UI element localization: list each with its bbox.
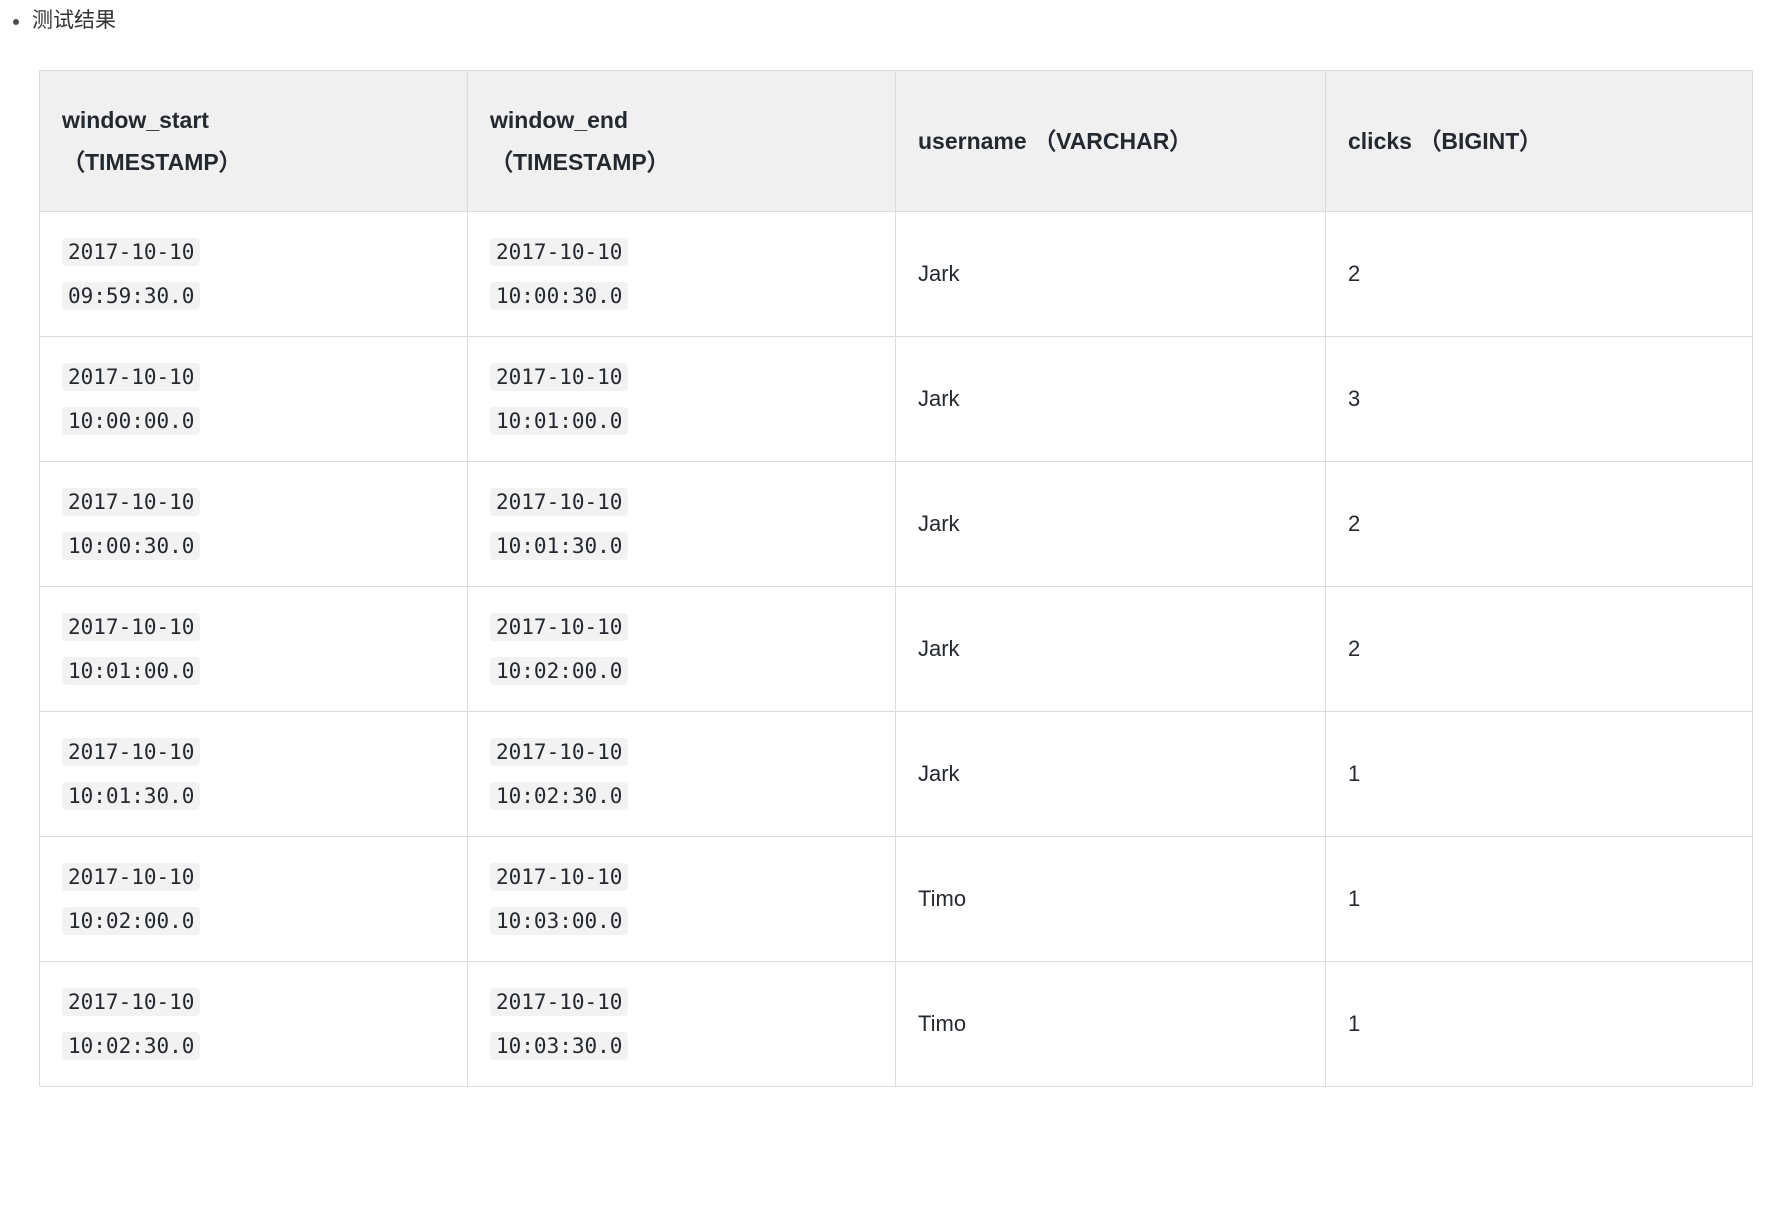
username-value: Jark — [918, 761, 960, 786]
timestamp-code: 2017-10-10 10:03:30.0 — [490, 988, 629, 1060]
result-table-container: window_start （TIMESTAMP） window_end （TIM… — [39, 70, 1753, 1087]
table-row: 2017-10-10 10:02:30.0 2017-10-10 10:03:3… — [39, 961, 1753, 1087]
username-value: Jark — [918, 261, 960, 286]
timestamp-code: 2017-10-10 10:01:00.0 — [490, 363, 629, 435]
cell-window-start: 2017-10-10 10:01:30.0 — [39, 711, 468, 837]
cell-clicks: 2 — [1325, 211, 1753, 337]
cell-username: Timo — [895, 836, 1326, 962]
clicks-value: 3 — [1348, 386, 1361, 411]
cell-window-end: 2017-10-10 10:01:30.0 — [467, 461, 896, 587]
cell-clicks: 1 — [1325, 836, 1753, 962]
column-header-type: （TIMESTAMP） — [62, 149, 242, 175]
list-item-label: 测试结果 — [32, 9, 116, 32]
timestamp-code: 2017-10-10 10:01:30.0 — [62, 738, 201, 810]
column-header-name: window_start — [62, 107, 209, 133]
cell-window-end: 2017-10-10 10:02:30.0 — [467, 711, 896, 837]
timestamp-code: 2017-10-10 10:01:00.0 — [62, 613, 201, 685]
clicks-value: 2 — [1348, 636, 1361, 661]
cell-window-end: 2017-10-10 10:02:00.0 — [467, 586, 896, 712]
cell-window-end: 2017-10-10 10:03:30.0 — [467, 961, 896, 1087]
timestamp-code: 2017-10-10 10:00:00.0 — [62, 363, 201, 435]
cell-window-start: 2017-10-10 10:00:00.0 — [39, 336, 468, 462]
timestamp-code: 2017-10-10 10:03:00.0 — [490, 863, 629, 935]
username-value: Timo — [918, 1011, 967, 1036]
cell-username: Jark — [895, 336, 1326, 462]
list-item-test-result: 测试结果 — [0, 0, 116, 42]
cell-window-start: 2017-10-10 10:01:00.0 — [39, 586, 468, 712]
timestamp-code: 2017-10-10 10:02:30.0 — [490, 738, 629, 810]
bullet-dot-icon — [13, 19, 19, 25]
cell-clicks: 2 — [1325, 586, 1753, 712]
cell-window-start: 2017-10-10 10:02:00.0 — [39, 836, 468, 962]
section-bullet-list: 测试结果 — [0, 0, 116, 42]
cell-clicks: 2 — [1325, 461, 1753, 587]
cell-username: Jark — [895, 211, 1326, 337]
column-header-clicks: clicks （BIGINT） — [1325, 70, 1753, 212]
column-header-type: （BIGINT） — [1418, 128, 1543, 154]
column-header-window-end: window_end （TIMESTAMP） — [467, 70, 896, 212]
cell-username: Jark — [895, 711, 1326, 837]
cell-window-end: 2017-10-10 10:00:30.0 — [467, 211, 896, 337]
column-header-name: clicks — [1348, 128, 1412, 154]
column-header-type: （TIMESTAMP） — [490, 149, 670, 175]
column-header-username: username （VARCHAR） — [895, 70, 1326, 212]
username-value: Jark — [918, 386, 960, 411]
cell-window-end: 2017-10-10 10:01:00.0 — [467, 336, 896, 462]
table-body: 2017-10-10 09:59:30.0 2017-10-10 10:00:3… — [39, 211, 1753, 1087]
username-value: Jark — [918, 511, 960, 536]
table-row: 2017-10-10 10:01:30.0 2017-10-10 10:02:3… — [39, 711, 1753, 837]
column-header-name: window_end — [490, 107, 628, 133]
clicks-value: 1 — [1348, 761, 1361, 786]
cell-window-start: 2017-10-10 10:00:30.0 — [39, 461, 468, 587]
username-value: Timo — [918, 886, 967, 911]
timestamp-code: 2017-10-10 10:01:30.0 — [490, 488, 629, 560]
cell-username: Timo — [895, 961, 1326, 1087]
column-header-type: （VARCHAR） — [1033, 128, 1193, 154]
username-value: Jark — [918, 636, 960, 661]
table-row: 2017-10-10 10:00:00.0 2017-10-10 10:01:0… — [39, 336, 1753, 462]
timestamp-code: 2017-10-10 10:00:30.0 — [490, 238, 629, 310]
cell-username: Jark — [895, 461, 1326, 587]
cell-clicks: 1 — [1325, 711, 1753, 837]
timestamp-code: 2017-10-10 10:02:00.0 — [490, 613, 629, 685]
cell-window-start: 2017-10-10 10:02:30.0 — [39, 961, 468, 1087]
table-row: 2017-10-10 10:00:30.0 2017-10-10 10:01:3… — [39, 461, 1753, 587]
cell-clicks: 3 — [1325, 336, 1753, 462]
table-row: 2017-10-10 10:01:00.0 2017-10-10 10:02:0… — [39, 586, 1753, 712]
result-table: window_start （TIMESTAMP） window_end （TIM… — [39, 70, 1753, 1087]
clicks-value: 2 — [1348, 261, 1361, 286]
timestamp-code: 2017-10-10 10:02:00.0 — [62, 863, 201, 935]
clicks-value: 1 — [1348, 886, 1361, 911]
cell-window-end: 2017-10-10 10:03:00.0 — [467, 836, 896, 962]
table-row: 2017-10-10 10:02:00.0 2017-10-10 10:03:0… — [39, 836, 1753, 962]
timestamp-code: 2017-10-10 09:59:30.0 — [62, 238, 201, 310]
timestamp-code: 2017-10-10 10:02:30.0 — [62, 988, 201, 1060]
table-row: 2017-10-10 09:59:30.0 2017-10-10 10:00:3… — [39, 211, 1753, 337]
column-header-name: username — [918, 128, 1027, 154]
table-header: window_start （TIMESTAMP） window_end （TIM… — [39, 70, 1753, 212]
timestamp-code: 2017-10-10 10:00:30.0 — [62, 488, 201, 560]
clicks-value: 2 — [1348, 511, 1361, 536]
clicks-value: 1 — [1348, 1011, 1361, 1036]
column-header-window-start: window_start （TIMESTAMP） — [39, 70, 468, 212]
cell-clicks: 1 — [1325, 961, 1753, 1087]
cell-window-start: 2017-10-10 09:59:30.0 — [39, 211, 468, 337]
table-header-row: window_start （TIMESTAMP） window_end （TIM… — [39, 70, 1753, 212]
cell-username: Jark — [895, 586, 1326, 712]
